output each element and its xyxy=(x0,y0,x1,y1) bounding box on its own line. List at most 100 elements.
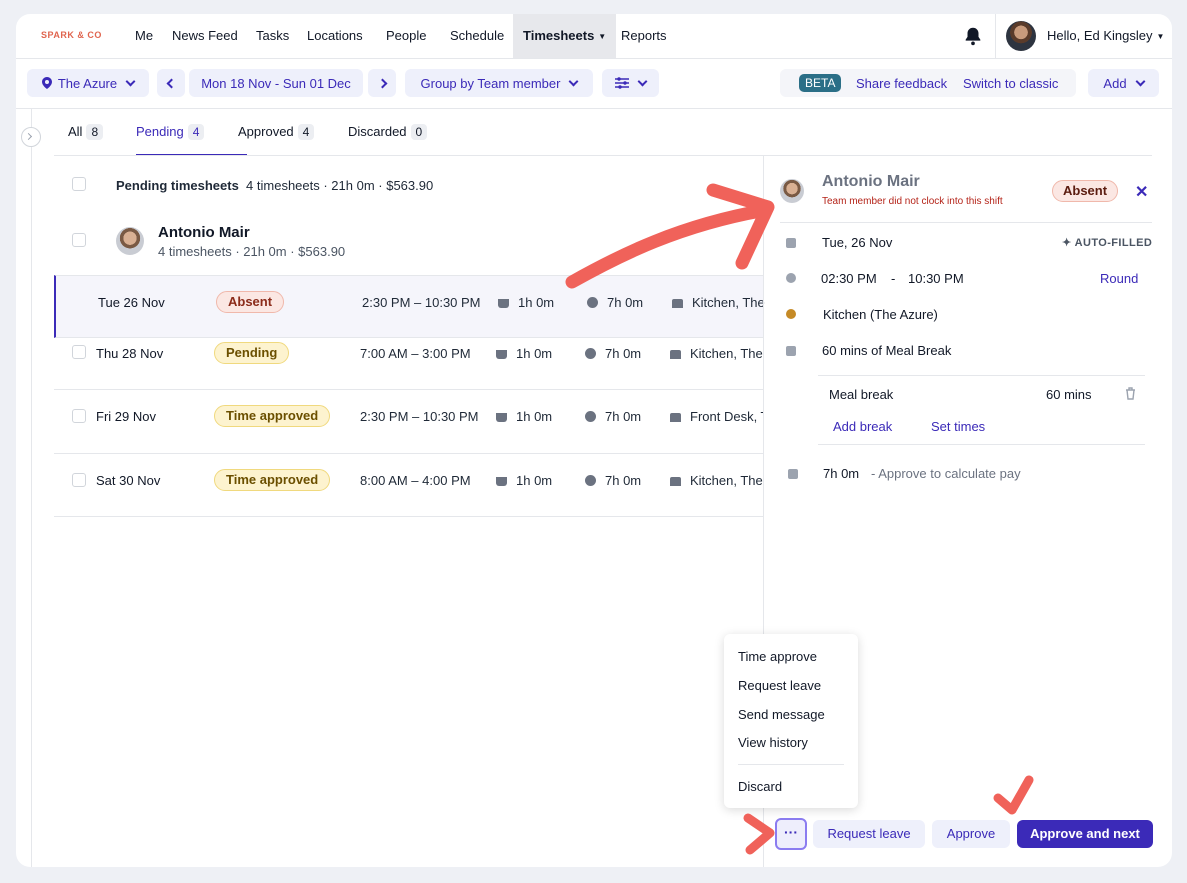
add-button[interactable]: Add xyxy=(1088,69,1159,97)
select-all-checkbox[interactable] xyxy=(72,177,86,191)
share-feedback-link[interactable]: Share feedback xyxy=(856,76,947,91)
status-badge: Time approved xyxy=(214,405,331,427)
nav-news-feed[interactable]: News Feed xyxy=(172,14,238,58)
row-duration-value: 7h 0m xyxy=(605,473,642,488)
clock-icon xyxy=(587,297,598,308)
tab-label: Approved xyxy=(238,124,294,139)
group-by-selector[interactable]: Group by Team member xyxy=(405,69,593,97)
coffee-cup-icon xyxy=(496,477,507,486)
user-avatar[interactable] xyxy=(1006,21,1036,51)
row-date: Tue 26 Nov xyxy=(98,295,165,310)
tab-approved[interactable]: Approved 4 xyxy=(238,124,315,156)
tab-count: 4 xyxy=(187,124,205,140)
previous-week-button[interactable] xyxy=(157,69,185,97)
menu-item-time-approve[interactable]: Time approve xyxy=(738,649,817,664)
row-duration: 7h 0m xyxy=(585,473,641,488)
set-times-link[interactable]: Set times xyxy=(931,419,985,434)
tab-discarded[interactable]: Discarded 0 xyxy=(348,124,428,156)
row-date: Sat 30 Nov xyxy=(96,473,161,488)
chevron-down-icon xyxy=(1135,76,1146,86)
row-location-value: Kitchen, The xyxy=(690,473,763,488)
trash-icon[interactable] xyxy=(1125,387,1136,400)
location-pin-icon xyxy=(41,77,52,89)
filter-sliders-icon xyxy=(615,77,629,89)
nav-timesheets-label: Timesheets xyxy=(523,28,595,43)
chevron-left-icon xyxy=(166,78,176,88)
end-time-field[interactable]: 10:30 PM xyxy=(908,271,964,286)
nav-locations[interactable]: Locations xyxy=(307,14,363,58)
row-time: 8:00 AM – 4:00 PM xyxy=(360,473,471,488)
row-checkbox[interactable] xyxy=(72,473,86,487)
tabs-divider xyxy=(54,155,1152,156)
tab-count: 0 xyxy=(410,124,428,140)
clock-icon xyxy=(585,348,596,359)
row-break-value: 1h 0m xyxy=(518,295,555,310)
start-time-field[interactable]: 02:30 PM xyxy=(821,271,877,286)
nav-schedule[interactable]: Schedule xyxy=(450,14,504,58)
nav-me[interactable]: Me xyxy=(135,14,153,58)
user-menu[interactable]: Hello, Ed Kingsley ▼ xyxy=(1047,28,1164,43)
status-badge: Pending xyxy=(214,342,290,364)
row-checkbox[interactable] xyxy=(72,345,86,359)
menu-item-send-message[interactable]: Send message xyxy=(738,707,825,722)
bell-icon[interactable] xyxy=(962,25,984,47)
tab-all[interactable]: All 8 xyxy=(68,124,104,156)
row-break: 1h 0m xyxy=(496,409,552,424)
menu-item-discard[interactable]: Discard xyxy=(738,779,782,794)
wallet-icon xyxy=(788,469,798,479)
row-location: Front Desk, T xyxy=(670,409,764,424)
tab-pending[interactable]: Pending 4 xyxy=(136,124,247,156)
more-actions-button[interactable]: ··· xyxy=(775,818,807,850)
round-button[interactable]: Round xyxy=(1100,271,1138,286)
date-range-picker[interactable]: Mon 18 Nov - Sun 01 Dec xyxy=(189,69,363,97)
next-week-button[interactable] xyxy=(368,69,396,97)
row-break: 1h 0m xyxy=(496,473,552,488)
person-name: Antonio Mair xyxy=(158,224,250,241)
status-badge: Absent xyxy=(216,291,285,313)
location-selector[interactable]: The Azure xyxy=(27,69,149,97)
approve-button[interactable]: Approve xyxy=(932,820,1010,848)
pay-note: - Approve to calculate pay xyxy=(871,466,1021,481)
row-time: 7:00 AM – 3:00 PM xyxy=(360,346,471,361)
coffee-cup-icon xyxy=(498,299,509,308)
nav-tasks[interactable]: Tasks xyxy=(256,14,289,58)
table-row[interactable]: Thu 28 Nov Pending 7:00 AM – 3:00 PM 1h … xyxy=(54,327,764,390)
break-length[interactable]: 60 mins xyxy=(1046,387,1092,402)
expand-sidebar-button[interactable] xyxy=(21,127,41,147)
break-summary: 60 mins of Meal Break xyxy=(822,343,952,358)
brand-logo[interactable]: SPARK & CO xyxy=(41,30,102,40)
menu-item-view-history[interactable]: View history xyxy=(738,735,808,750)
row-break: 1h 0m xyxy=(498,295,554,310)
approve-and-next-button[interactable]: Approve and next xyxy=(1017,820,1153,848)
row-location-value: Kitchen, The xyxy=(690,346,763,361)
select-person-checkbox[interactable] xyxy=(72,233,86,247)
switch-classic-link[interactable]: Switch to classic xyxy=(963,76,1058,91)
detail-location[interactable]: Kitchen (The Azure) xyxy=(823,307,938,322)
nav-timesheets[interactable]: Timesheets ▼ xyxy=(513,14,617,58)
toolbar-divider xyxy=(16,108,1172,109)
nav-people[interactable]: People xyxy=(386,14,426,58)
row-break-value: 1h 0m xyxy=(516,473,553,488)
tab-label: Pending xyxy=(136,124,184,139)
menu-item-request-leave[interactable]: Request leave xyxy=(738,678,821,693)
nav-reports[interactable]: Reports xyxy=(621,14,667,58)
close-icon[interactable]: ✕ xyxy=(1135,182,1148,202)
clock-icon xyxy=(786,273,796,283)
request-leave-button[interactable]: Request leave xyxy=(813,820,925,848)
tab-label: Discarded xyxy=(348,124,407,139)
location-label: The Azure xyxy=(57,75,118,91)
status-badge: Time approved xyxy=(214,469,331,491)
table-row[interactable]: Sat 30 Nov Time approved 8:00 AM – 4:00 … xyxy=(54,454,764,517)
table-row[interactable]: Fri 29 Nov Time approved 2:30 PM – 10:30… xyxy=(54,391,764,454)
row-location-value: Front Desk, T xyxy=(690,409,764,424)
detail-divider xyxy=(780,222,1152,223)
store-icon xyxy=(670,350,681,359)
row-break: 1h 0m xyxy=(496,346,552,361)
row-break-value: 1h 0m xyxy=(516,409,553,424)
time-separator: - xyxy=(891,271,896,286)
avatar xyxy=(116,227,144,255)
filter-button[interactable] xyxy=(602,69,659,97)
clock-icon xyxy=(585,475,596,486)
row-checkbox[interactable] xyxy=(72,409,86,423)
add-break-link[interactable]: Add break xyxy=(833,419,892,434)
